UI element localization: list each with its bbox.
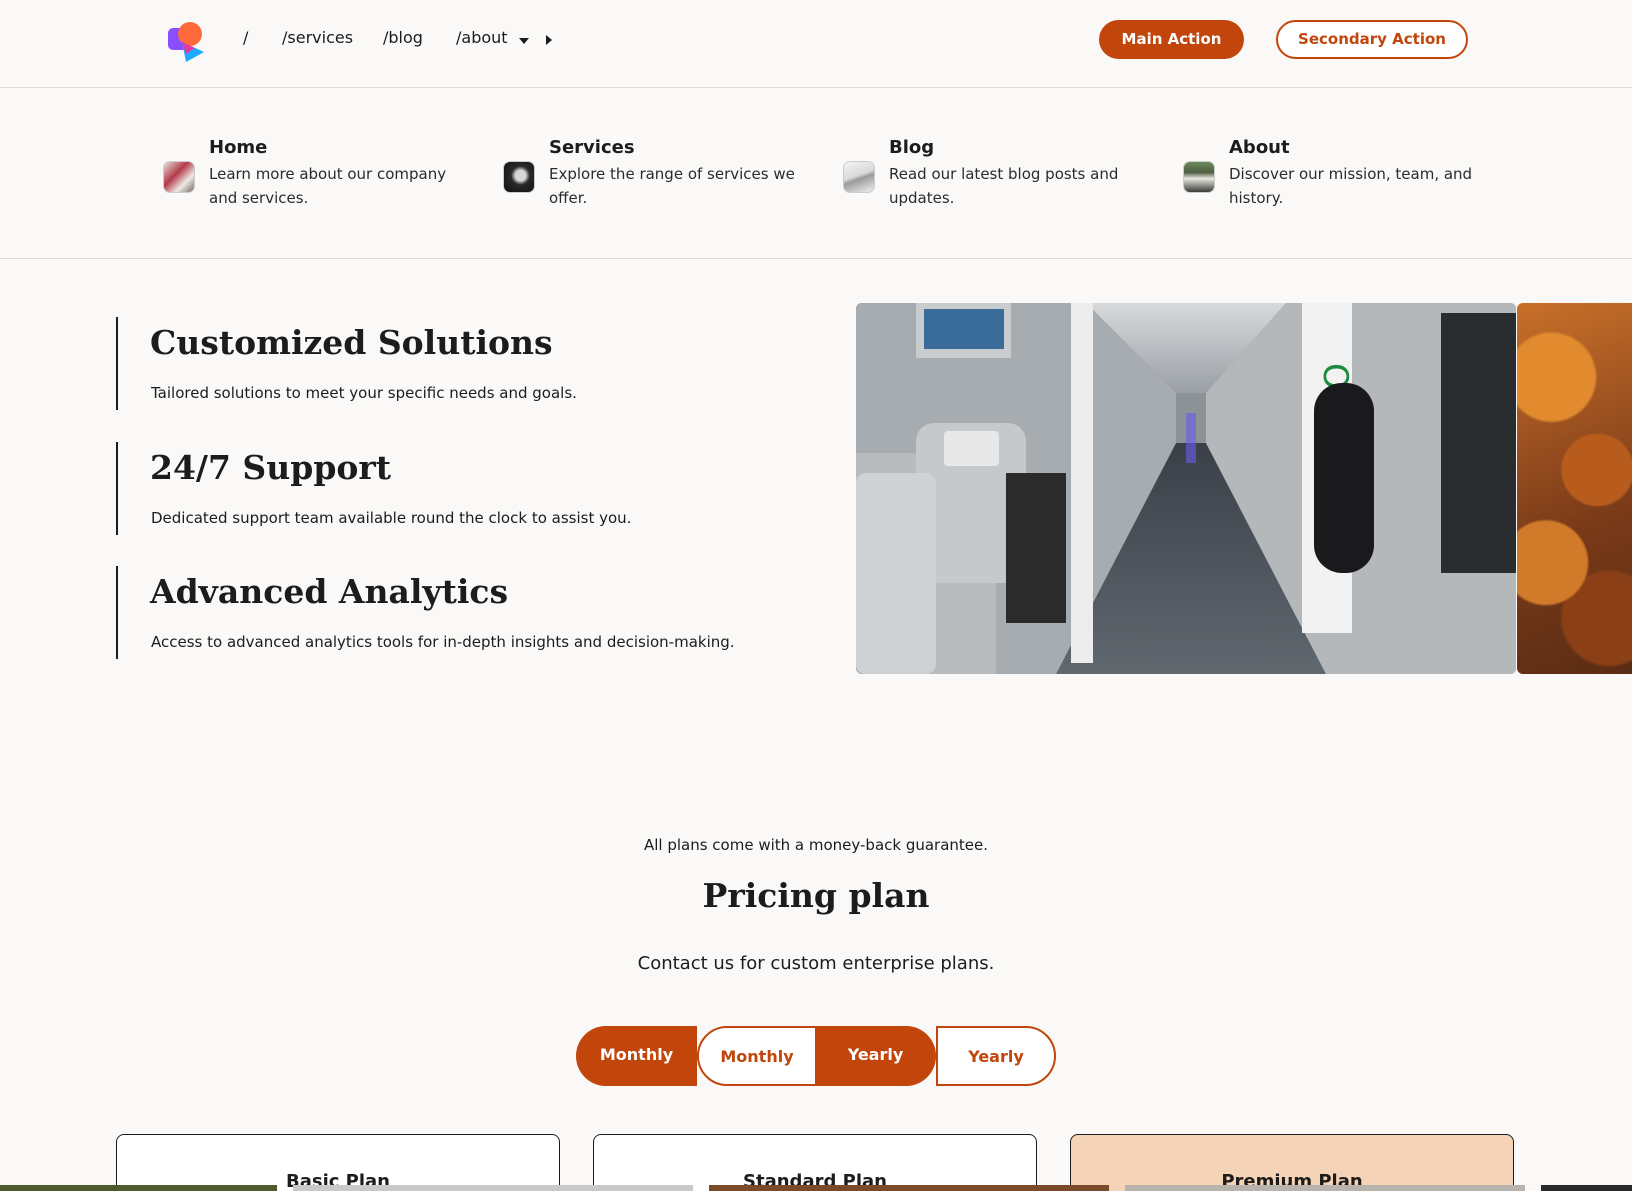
services-thumbnail-icon [503,161,535,193]
top-navigation: / /services /blog /about Main Action Sec… [0,0,1632,88]
plan-card-basic[interactable]: Basic Plan [116,1134,560,1191]
logo-icon[interactable] [166,20,208,62]
plan-card-standard[interactable]: Standard Plan [593,1134,1037,1191]
nav-link-about[interactable]: /about [456,28,508,47]
footer-image-strip [1541,1185,1632,1191]
pricing-title: Pricing plan [702,876,930,915]
nav-link-services[interactable]: /services [282,28,353,47]
feature-support: 24/7 Support Dedicated support team avai… [116,442,756,535]
feature-advanced-analytics: Advanced Analytics Access to advanced an… [116,566,756,659]
feature-description: Access to advanced analytics tools for i… [151,633,735,651]
guarantee-text: All plans come with a money-back guarant… [643,836,989,854]
feature-title: 24/7 Support [150,448,392,487]
mega-menu-title: Home [209,137,268,158]
blog-thumbnail-icon [843,161,875,193]
train-interior-image: ONGC [856,303,1516,674]
feature-title: Customized Solutions [150,323,553,362]
about-thumbnail-icon [1183,161,1215,193]
plan-card-premium[interactable]: Premium Plan [1070,1134,1514,1191]
monthly-toggle[interactable]: Monthly [697,1026,817,1086]
pricing-subtitle: Contact us for custom enterprise plans. [637,953,995,974]
mega-menu-description: Explore the range of services we offer. [549,165,795,207]
footer-image-strip [0,1185,277,1191]
chevron-right-icon[interactable] [546,35,552,45]
feature-title: Advanced Analytics [150,572,509,611]
main-action-button[interactable]: Main Action [1099,20,1244,59]
yearly-toggle[interactable]: Yearly [936,1026,1056,1086]
feature-customized-solutions: Customized Solutions Tailored solutions … [116,317,756,410]
chevron-down-icon[interactable] [519,38,529,44]
mega-menu-title: Services [549,137,635,158]
yearly-toggle-active[interactable]: Yearly [815,1026,936,1086]
monthly-toggle-active[interactable]: Monthly [576,1026,697,1086]
nav-link-blog[interactable]: /blog [383,28,423,47]
home-thumbnail-icon [163,161,195,193]
feature-description: Dedicated support team available round t… [151,509,632,527]
mega-menu-description: Learn more about our company and service… [209,165,447,207]
nav-link-home[interactable]: / [243,28,248,47]
mega-menu: Home Learn more about our company and se… [0,88,1632,259]
secondary-action-button[interactable]: Secondary Action [1276,20,1468,59]
footer-image-strip [1125,1185,1525,1191]
mega-menu-title: Blog [889,137,935,158]
footer-image-strip [293,1185,693,1191]
feature-description: Tailored solutions to meet your specific… [151,384,577,402]
footer-image-strip [709,1185,1109,1191]
autumn-leaves-image [1517,303,1632,674]
mega-menu-description: Discover our mission, team, and history. [1229,165,1473,207]
mega-menu-title: About [1229,137,1290,158]
mega-menu-description: Read our latest blog posts and updates. [889,165,1119,207]
